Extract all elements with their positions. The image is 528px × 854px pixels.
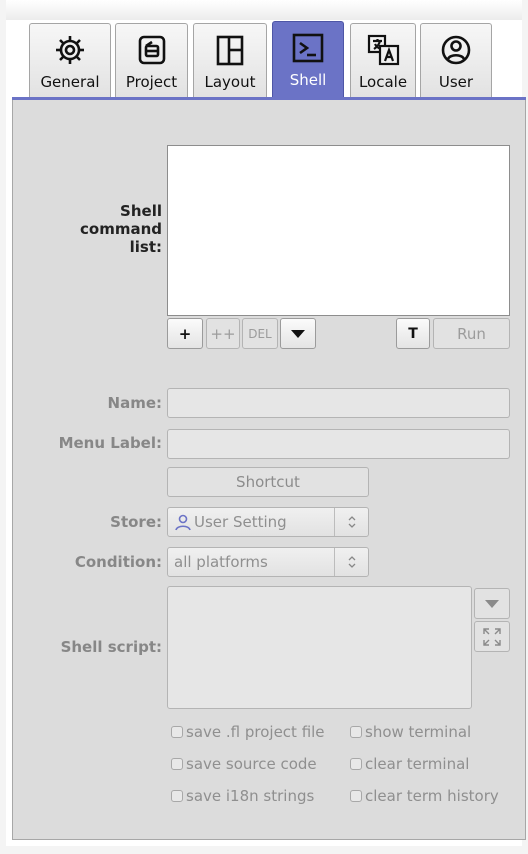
window-top-strip xyxy=(0,0,528,20)
condition-select[interactable]: all platforms xyxy=(167,547,369,577)
save-source-code-checkbox[interactable]: save source code xyxy=(171,755,317,773)
shell-script-editor[interactable] xyxy=(167,586,472,709)
expand-editor-button[interactable] xyxy=(474,621,510,652)
gear-icon xyxy=(53,31,87,69)
command-menu-button[interactable] xyxy=(280,318,316,349)
tab-locale-label: Locale xyxy=(358,73,408,91)
updown-icon xyxy=(334,548,368,576)
save-fl-project-checkbox[interactable]: save .fl project file xyxy=(171,723,325,741)
delete-command-button[interactable]: DEL xyxy=(242,318,278,349)
checkbox-box xyxy=(350,790,362,802)
chevron-down-icon xyxy=(291,329,305,338)
checkbox-box xyxy=(171,758,183,770)
store-select[interactable]: User Setting xyxy=(167,507,369,537)
condition-value: all platforms xyxy=(174,553,268,571)
store-label: Store: xyxy=(110,513,162,531)
checkbox-label: clear terminal xyxy=(365,755,470,773)
tab-user-label: User xyxy=(438,73,474,91)
tab-shell-label: Shell xyxy=(289,71,327,89)
updown-icon xyxy=(334,508,368,536)
menu-label-label: Menu Label: xyxy=(58,434,162,452)
tab-project[interactable]: Project xyxy=(115,23,188,97)
clear-terminal-checkbox[interactable]: clear terminal xyxy=(350,755,469,773)
tab-layout[interactable]: Layout xyxy=(193,23,267,97)
show-terminal-checkbox[interactable]: show terminal xyxy=(350,723,471,741)
name-field[interactable] xyxy=(167,388,510,418)
checkbox-label: clear term history xyxy=(365,787,499,805)
checkbox-label: show terminal xyxy=(365,723,472,741)
terminal-button[interactable]: T xyxy=(396,318,430,349)
chevron-down-icon xyxy=(485,599,499,608)
checkbox-box xyxy=(350,758,362,770)
shortcut-button[interactable]: Shortcut xyxy=(167,467,369,497)
checkbox-box xyxy=(171,726,183,738)
save-i18n-strings-checkbox[interactable]: save i18n strings xyxy=(171,787,314,805)
window-left-edge xyxy=(0,0,6,854)
tab-project-label: Project xyxy=(125,73,178,91)
translate-icon xyxy=(365,31,401,69)
shell-command-list[interactable] xyxy=(167,145,510,316)
clear-term-history-checkbox[interactable]: clear term history xyxy=(350,787,499,805)
project-icon xyxy=(135,31,169,69)
checkbox-box xyxy=(350,726,362,738)
store-value: User Setting xyxy=(194,513,287,531)
window-bottom-edge xyxy=(0,846,528,854)
script-menu-button[interactable] xyxy=(474,588,510,619)
checkbox-box xyxy=(171,790,183,802)
shell-command-list-label: Shell command list: xyxy=(80,202,162,256)
tab-general[interactable]: General xyxy=(29,23,111,97)
user-icon xyxy=(439,31,473,69)
shell-script-label: Shell script: xyxy=(60,638,162,656)
menu-label-field[interactable] xyxy=(167,429,510,459)
tab-locale[interactable]: Locale xyxy=(350,23,416,97)
run-button[interactable]: Run xyxy=(433,318,510,349)
terminal-icon xyxy=(290,29,326,67)
condition-label: Condition: xyxy=(74,553,162,571)
checkbox-label: save .fl project file xyxy=(186,723,325,741)
add-command-button[interactable]: + xyxy=(167,318,203,349)
duplicate-command-button[interactable]: ++ xyxy=(206,318,240,349)
tab-general-label: General xyxy=(40,73,100,91)
user-setting-icon xyxy=(175,514,191,531)
name-label: Name: xyxy=(107,394,162,412)
checkbox-label: save source code xyxy=(186,755,317,773)
tab-shell[interactable]: Shell xyxy=(272,21,344,99)
tab-user[interactable]: User xyxy=(420,23,492,97)
layout-icon xyxy=(213,31,247,69)
expand-icon xyxy=(483,627,501,646)
tab-layout-label: Layout xyxy=(204,73,256,91)
checkbox-label: save i18n strings xyxy=(186,787,315,805)
